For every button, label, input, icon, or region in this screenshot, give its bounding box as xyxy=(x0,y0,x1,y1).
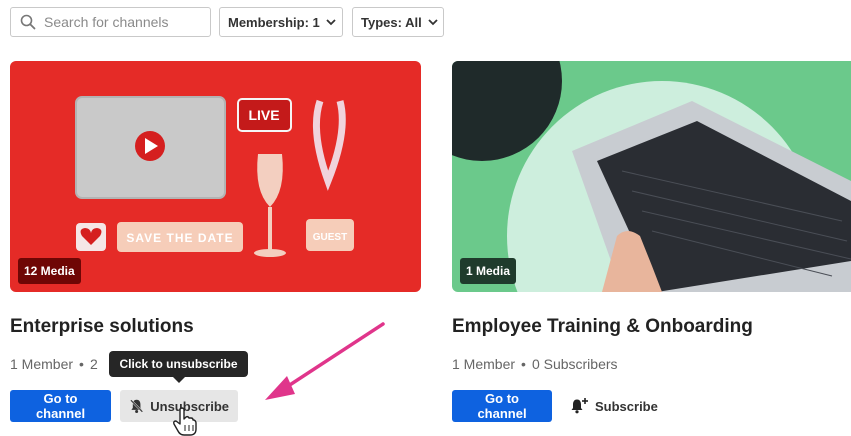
chevron-down-icon xyxy=(428,18,438,26)
media-count-badge: 12 Media xyxy=(18,258,81,284)
member-count: 1 Member xyxy=(10,356,74,372)
media-count-badge: 1 Media xyxy=(460,258,517,284)
channel-thumbnail-enterprise-solutions[interactable]: LIVE GUEST SAVE THE DATE 12 Media xyxy=(10,61,421,292)
subscriber-count: 0 Subscribers xyxy=(531,356,618,372)
meta-separator: • xyxy=(521,356,526,372)
hand-pointer-cursor-icon xyxy=(173,407,197,436)
member-count: 1 Member xyxy=(452,356,516,372)
types-filter-label: Types: All xyxy=(361,14,422,30)
channel-meta: 1 Member • 0 Subscribers xyxy=(452,356,618,372)
membership-filter-label: Membership: 1 xyxy=(228,14,320,30)
unsubscribe-tooltip: Click to unsubscribe xyxy=(109,351,248,383)
save-the-date-text: SAVE THE DATE xyxy=(126,231,233,245)
go-to-channel-button[interactable]: Go to channel xyxy=(452,390,552,422)
go-to-channel-button[interactable]: Go to channel xyxy=(10,390,111,422)
annotation-arrow-icon xyxy=(265,322,385,400)
search-box[interactable] xyxy=(10,7,211,37)
subscriber-count: 2 xyxy=(89,356,98,372)
meta-separator: • xyxy=(79,356,84,372)
types-filter-dropdown[interactable]: Types: All xyxy=(352,7,444,37)
bell-slash-icon xyxy=(130,399,144,414)
search-input[interactable] xyxy=(44,14,194,30)
live-badge-text: LIVE xyxy=(248,107,279,123)
channel-thumbnail-employee-training[interactable]: 1 Media xyxy=(452,61,851,292)
membership-filter-dropdown[interactable]: Membership: 1 xyxy=(219,7,343,37)
guest-tag-text: GUEST xyxy=(313,232,347,243)
channel-meta: 1 Member • 2 xyxy=(10,356,98,372)
channel-title[interactable]: Enterprise solutions xyxy=(10,316,194,338)
search-icon xyxy=(20,14,36,30)
subscribe-button[interactable]: Subscribe xyxy=(560,390,667,422)
subscribe-label: Subscribe xyxy=(595,398,658,414)
chevron-down-icon xyxy=(326,18,336,26)
bell-plus-icon xyxy=(571,398,588,414)
channel-title[interactable]: Employee Training & Onboarding xyxy=(452,316,753,338)
